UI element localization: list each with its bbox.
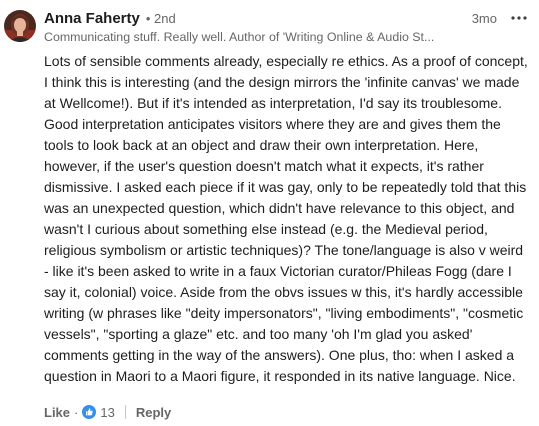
timestamp: 3mo (471, 10, 497, 26)
name-row: Anna Faherty • 2nd (44, 8, 529, 28)
comment-body: Lots of sensible comments already, espec… (44, 53, 528, 384)
comment-header: Anna Faherty • 2nd 3mo Communicating stu… (44, 8, 529, 48)
author-headline: Communicating stuff. Really well. Author… (44, 30, 435, 44)
reaction-count[interactable]: 13 (100, 405, 114, 420)
like-reaction-badge (82, 405, 97, 419)
comment-actions: Like · 13 Reply (44, 402, 171, 422)
author-name[interactable]: Anna Faherty (44, 10, 140, 27)
avatar[interactable] (4, 10, 36, 42)
like-button[interactable]: Like (44, 405, 70, 420)
ellipsis-icon (511, 16, 527, 20)
action-divider (124, 405, 126, 419)
comment: Anna Faherty • 2nd 3mo Communicating stu… (0, 0, 539, 426)
thumbs-up-icon[interactable] (82, 405, 97, 419)
reply-button[interactable]: Reply (136, 405, 171, 420)
comment-meta: 3mo (472, 8, 529, 28)
more-options-button[interactable] (509, 8, 529, 28)
separator-dot: · (74, 404, 79, 420)
avatar-photo (4, 10, 36, 42)
connection-degree: • 2nd (145, 10, 176, 26)
